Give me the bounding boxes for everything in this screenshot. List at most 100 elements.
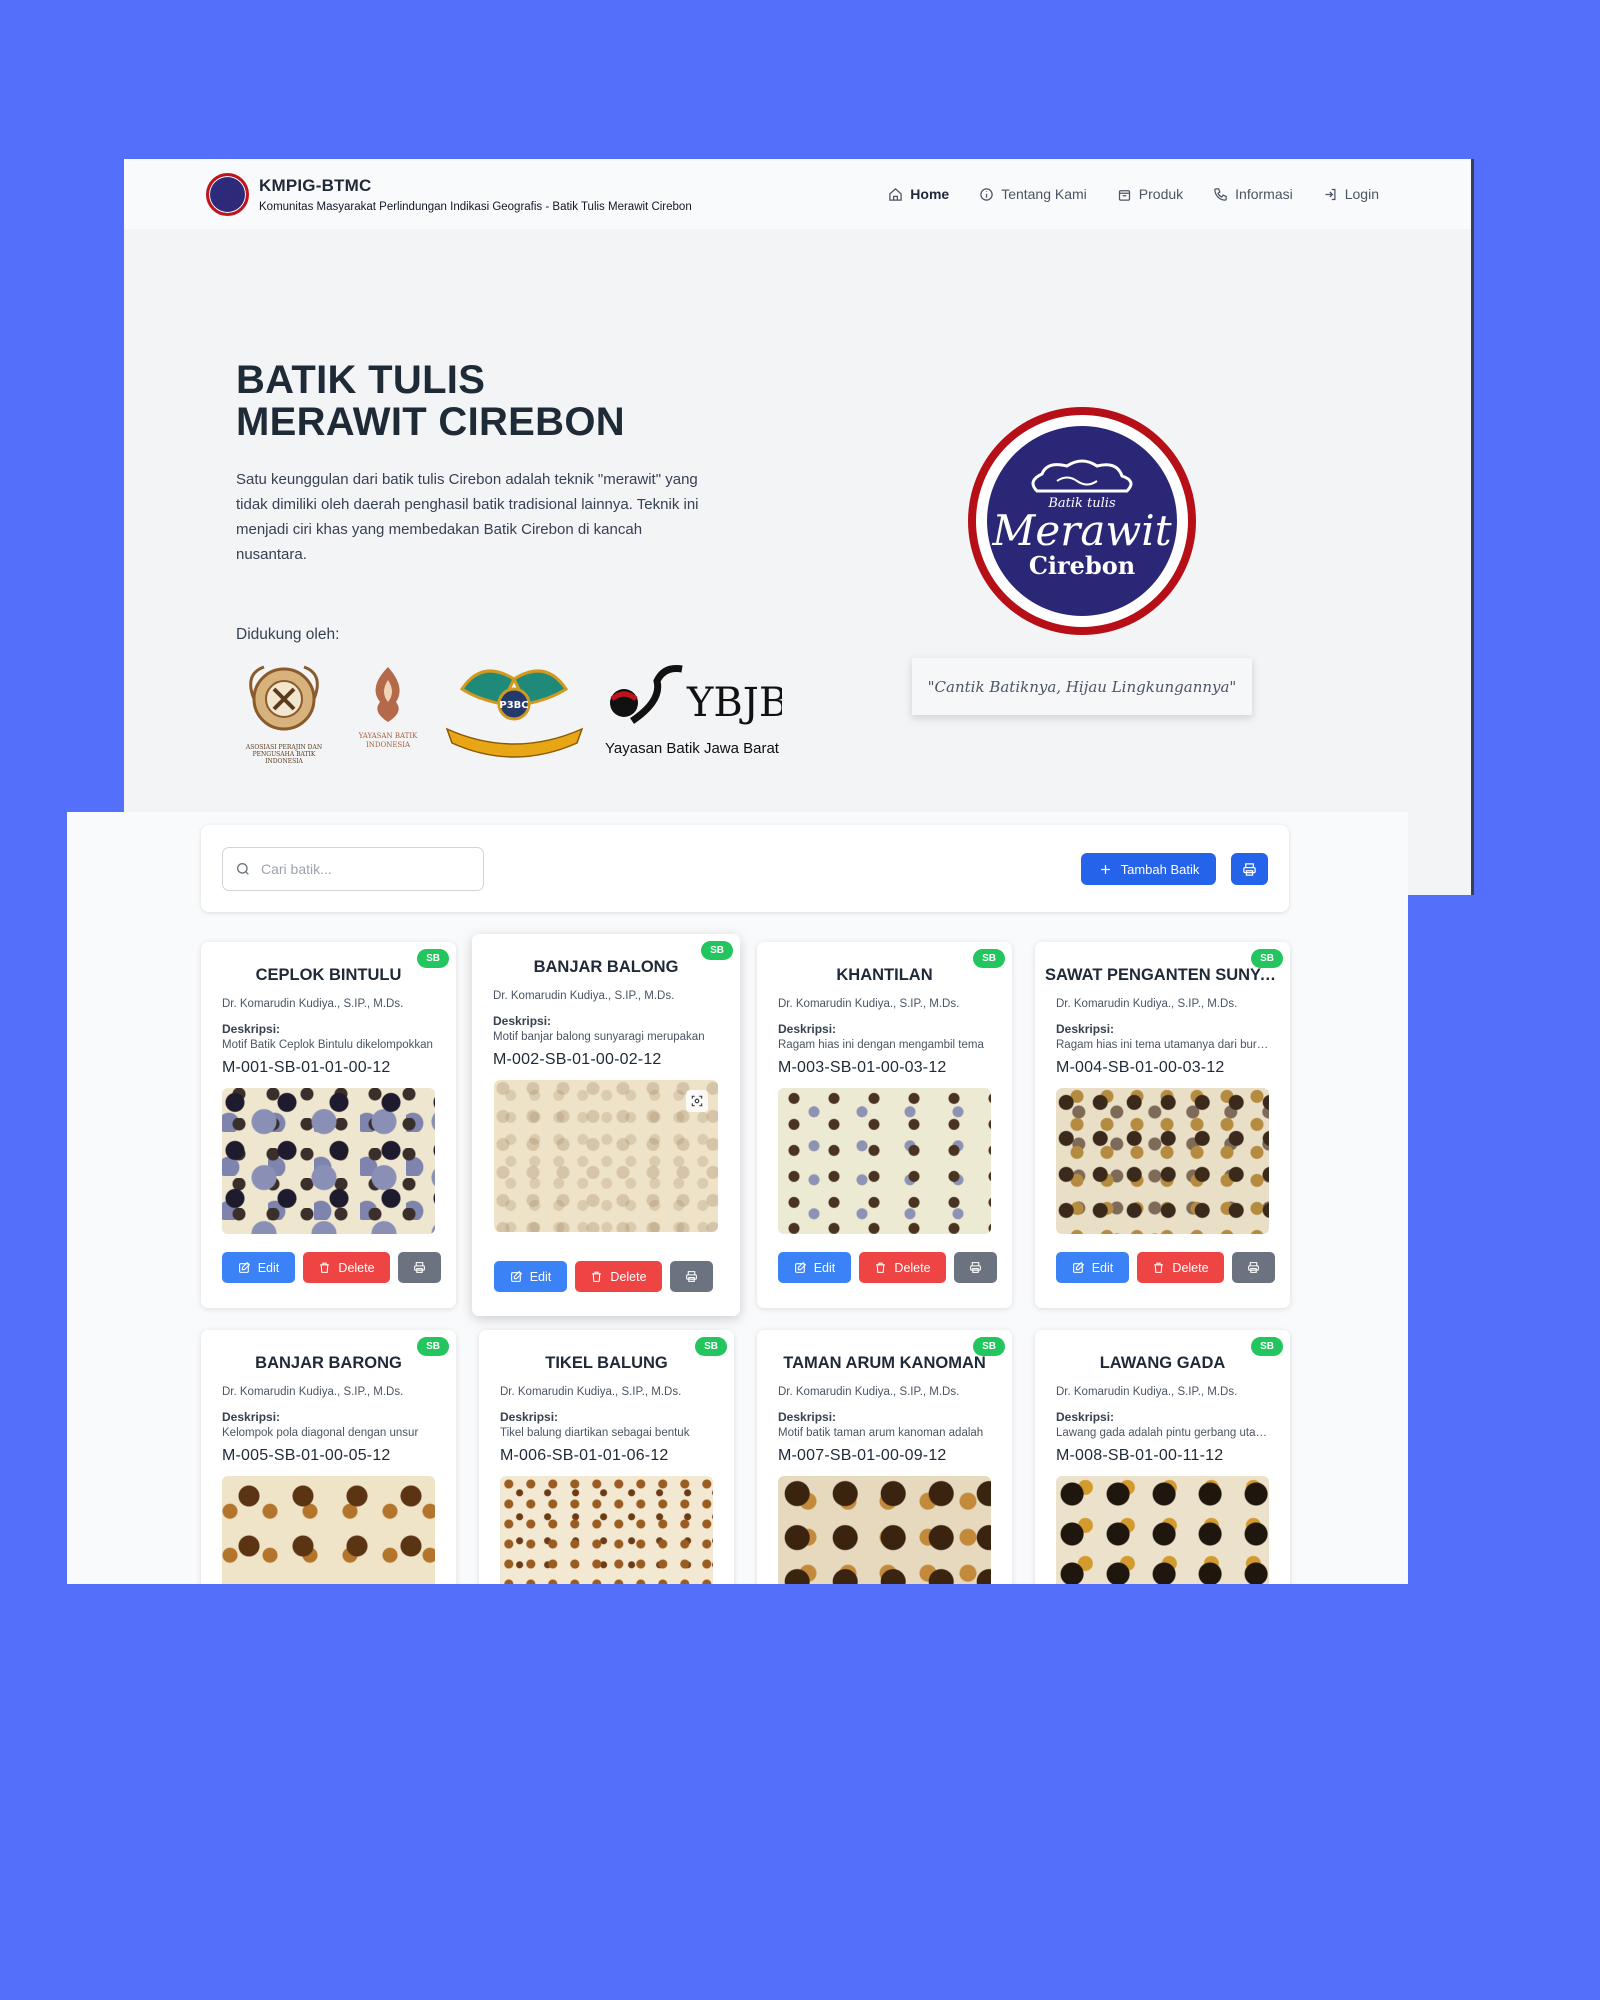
delete-button[interactable]: Delete (303, 1252, 390, 1283)
landing-window: KMPIG-BTMC Komunitas Masyarakat Perlindu… (124, 159, 1474, 895)
edit-button[interactable]: Edit (1056, 1252, 1129, 1283)
batik-image[interactable] (222, 1088, 435, 1234)
batik-name: SAWAT PENGANTEN SUNYARAGI (1045, 966, 1280, 984)
p3bc-text: P3BC (499, 700, 528, 711)
delete-button[interactable]: Delete (859, 1252, 946, 1283)
hero-description: Satu keunggulan dari batik tulis Cirebon… (236, 471, 699, 563)
edit-label: Edit (257, 1260, 280, 1275)
edit-icon (794, 1261, 806, 1273)
p3bc-logo: P3BC (442, 659, 587, 764)
trash-icon (320, 1262, 330, 1273)
batik-image[interactable] (778, 1476, 991, 1584)
print-button[interactable] (398, 1252, 441, 1283)
nav-login[interactable]: Login (1323, 186, 1379, 202)
batik-card[interactable]: SB LAWANG GADA Dr. Komarudin Kudiya., S.… (1035, 1330, 1290, 1584)
print-button[interactable] (1232, 1252, 1275, 1283)
trash-icon (1154, 1262, 1164, 1273)
batik-image[interactable] (1056, 1088, 1269, 1234)
batik-code: M-008-SB-01-00-11-12 (1056, 1447, 1224, 1464)
edit-label: Edit (529, 1269, 552, 1284)
tagline: "Cantik Batiknya, Hijau Lingkungannya" (912, 658, 1252, 715)
edit-button[interactable]: Edit (222, 1252, 295, 1283)
card-actions: Edit Delete (222, 1252, 441, 1283)
batik-description: Motif Batik Ceplok Bintulu dikelompokkan (222, 1039, 433, 1051)
delete-button[interactable]: Delete (575, 1261, 662, 1292)
batik-image[interactable] (500, 1476, 713, 1584)
print-button[interactable] (954, 1252, 997, 1283)
batik-code: M-005-SB-01-00-05-12 (222, 1447, 391, 1464)
appbi-emblem-icon (249, 665, 319, 731)
home-icon (889, 187, 903, 201)
brand: KMPIG-BTMC Komunitas Masyarakat Perlindu… (259, 176, 692, 213)
search-icon (237, 863, 249, 875)
batik-image[interactable] (1056, 1476, 1269, 1584)
print-all-button[interactable] (1231, 853, 1268, 885)
nav-informasi-label: Informasi (1235, 186, 1293, 202)
batik-author: Dr. Komarudin Kudiya., S.IP., M.Ds. (778, 998, 960, 1010)
supported-by-label: Didukung oleh: (236, 626, 340, 643)
image-scan-icon[interactable] (686, 1090, 708, 1112)
add-batik-button[interactable]: Tambah Batik (1081, 853, 1216, 885)
nav-login-label: Login (1344, 186, 1379, 202)
print-button[interactable] (670, 1261, 713, 1292)
description-label: Deskripsi: (222, 1022, 281, 1036)
ybjb-caption: Yayasan Batik Jawa Barat (605, 740, 779, 757)
printer-icon (1248, 1262, 1259, 1273)
trash-icon (876, 1262, 886, 1273)
batik-card[interactable]: SB CEPLOK BINTULU Dr. Komarudin Kudiya.,… (201, 942, 456, 1308)
site-logo[interactable] (206, 172, 249, 216)
nav-produk-label: Produk (1138, 186, 1184, 202)
batik-card[interactable]: SB BANJAR BALONG Dr. Komarudin Kudiya., … (472, 934, 740, 1316)
description-label: Deskripsi: (493, 1014, 552, 1028)
batik-card[interactable]: SB TIKEL BALUNG Dr. Komarudin Kudiya., S… (479, 1330, 734, 1584)
card-actions: Edit Delete (1056, 1252, 1275, 1283)
bag-icon (1118, 189, 1130, 201)
batik-name: LAWANG GADA (1099, 1354, 1226, 1372)
hero-title: BATIK TULIS MERAWIT CIREBON (236, 359, 625, 443)
info-icon (980, 187, 993, 201)
batik-author: Dr. Komarudin Kudiya., S.IP., M.Ds. (493, 990, 675, 1002)
batik-card[interactable]: SB KHANTILAN Dr. Komarudin Kudiya., S.IP… (757, 942, 1012, 1308)
delete-button[interactable]: Delete (1137, 1252, 1224, 1283)
badge-line3: Cirebon (1028, 551, 1136, 580)
ybjb-mark-text: YBJB (686, 680, 782, 726)
edit-icon (1072, 1261, 1084, 1273)
nav-produk[interactable]: Produk (1117, 186, 1183, 202)
description-label: Deskripsi: (1056, 1410, 1115, 1424)
printer-icon (1243, 862, 1256, 876)
edit-button[interactable]: Edit (778, 1252, 851, 1283)
ybjb-logo: YBJB Yayasan Batik Jawa Barat (602, 661, 788, 766)
appbi-caption: ASOSIASI PERAJIN DAN PENGUSAHA BATIK IND… (245, 744, 323, 765)
nav-informasi[interactable]: Informasi (1213, 186, 1293, 202)
batik-card[interactable]: SB SAWAT PENGANTEN SUNYARAGI Dr. Komarud… (1035, 942, 1290, 1308)
navbar: KMPIG-BTMC Komunitas Masyarakat Perlindu… (124, 159, 1471, 229)
nav-tentang-kami[interactable]: Tentang Kami (979, 186, 1087, 202)
delete-label: Delete (894, 1260, 931, 1275)
batik-name: TAMAN ARUM KANOMAN (783, 1354, 986, 1372)
printer-icon (970, 1262, 981, 1273)
ybjb-mark-icon: YBJB (610, 665, 788, 726)
batik-description: Ragam hias ini tema utamanya dari burung (1056, 1039, 1271, 1051)
description-label: Deskripsi: (778, 1410, 837, 1424)
batik-image[interactable] (778, 1088, 991, 1234)
edit-button[interactable]: Edit (494, 1261, 567, 1292)
batik-name: TIKEL BALUNG (545, 1354, 668, 1372)
search-placeholder: Cari batik... (261, 861, 332, 877)
batik-card[interactable]: SB BANJAR BARONG Dr. Komarudin Kudiya., … (201, 1330, 456, 1584)
brand-title[interactable]: KMPIG-BTMC (259, 176, 692, 196)
batik-image[interactable] (494, 1080, 718, 1232)
delete-label: Delete (610, 1269, 647, 1284)
batik-name: KHANTILAN (836, 966, 933, 984)
search-field[interactable]: Cari batik... (222, 847, 484, 891)
p3bc-wings-icon: P3BC (445, 669, 584, 758)
batik-name: BANJAR BALONG (533, 958, 679, 976)
batik-code: M-006-SB-01-01-06-12 (500, 1447, 669, 1464)
cloud-icon (1031, 459, 1133, 493)
edit-label: Edit (1091, 1260, 1114, 1275)
batik-image[interactable] (222, 1476, 435, 1584)
batik-card[interactable]: SB TAMAN ARUM KANOMAN Dr. Komarudin Kudi… (757, 1330, 1012, 1584)
batik-description: Tikel balung diartikan sebagai bentuk (500, 1427, 690, 1439)
nav-home[interactable]: Home (888, 186, 949, 202)
batik-code: M-002-SB-01-00-02-12 (493, 1051, 662, 1068)
badge-line2: Merawit (992, 506, 1172, 555)
